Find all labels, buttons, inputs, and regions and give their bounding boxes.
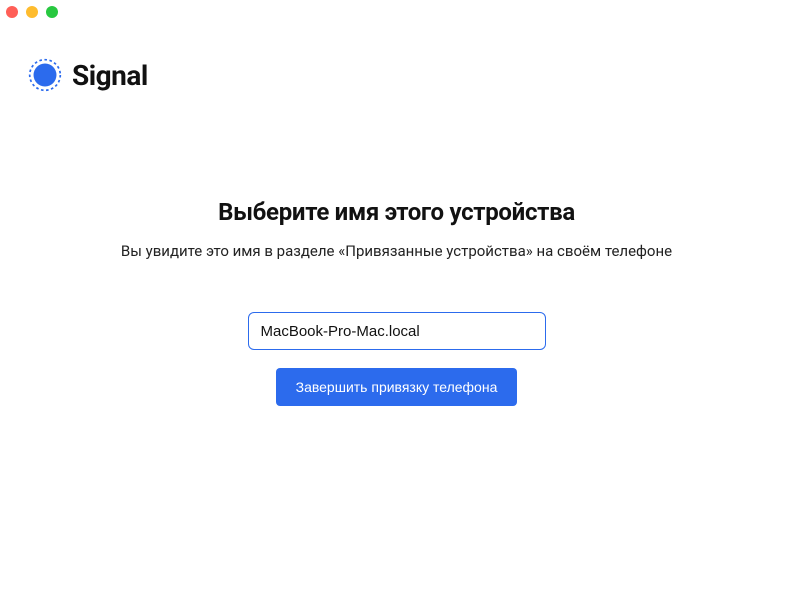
maximize-window-button[interactable] — [46, 6, 58, 18]
brand-name: Signal — [72, 59, 148, 92]
page-subtitle: Вы увидите это имя в разделе «Привязанны… — [121, 242, 672, 260]
close-window-button[interactable] — [6, 6, 18, 18]
device-name-input[interactable] — [248, 312, 546, 350]
page-title: Выберите имя этого устройства — [218, 198, 575, 226]
link-device-panel: Выберите имя этого устройства Вы увидите… — [0, 198, 793, 406]
finish-link-button[interactable]: Завершить привязку телефона — [276, 368, 518, 406]
minimize-window-button[interactable] — [26, 6, 38, 18]
signal-logo-icon — [28, 58, 62, 92]
brand-header: Signal — [28, 58, 148, 92]
window-traffic-lights — [6, 6, 58, 18]
